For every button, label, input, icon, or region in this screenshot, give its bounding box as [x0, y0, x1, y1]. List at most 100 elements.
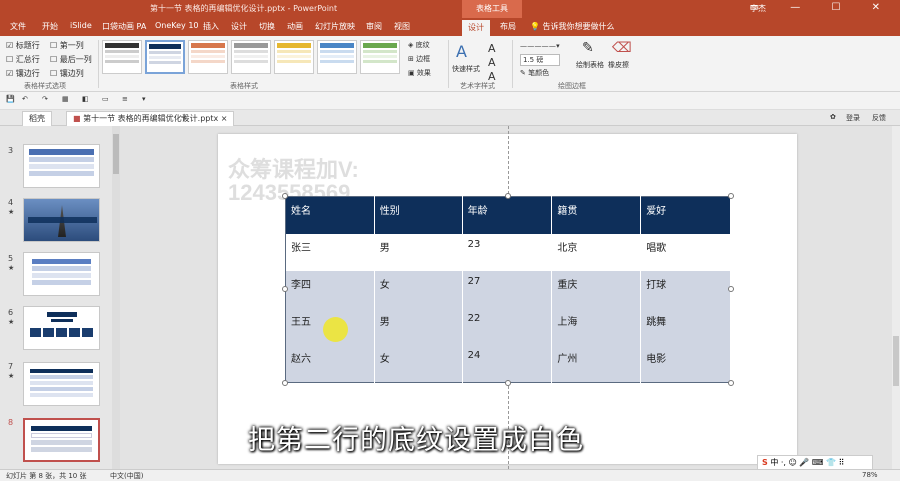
- table-style-4[interactable]: [231, 40, 271, 74]
- canvas-scrollbar[interactable]: [892, 126, 900, 469]
- table-cell[interactable]: 24: [462, 345, 553, 383]
- table-cell[interactable]: 电影: [640, 345, 731, 383]
- tab-pa[interactable]: 口袋动画 PA: [102, 21, 146, 32]
- table-style-7[interactable]: [360, 40, 400, 74]
- align-icon[interactable]: ≡: [122, 95, 128, 103]
- slide-thumbnail-7[interactable]: [23, 362, 100, 406]
- table-cell[interactable]: 跳舞: [640, 308, 731, 346]
- pen-weight-select[interactable]: 1.5 磅: [520, 54, 561, 66]
- table-cell[interactable]: 23: [462, 233, 553, 271]
- table-style-6[interactable]: [317, 40, 357, 74]
- start-slideshow-icon[interactable]: ▦: [62, 95, 69, 103]
- table-cell[interactable]: 女: [374, 270, 463, 308]
- table-cell[interactable]: 唱歌: [640, 233, 731, 271]
- header-cell[interactable]: 籍贯: [551, 196, 642, 234]
- first-col-checkbox[interactable]: ☐ 第一列: [50, 40, 84, 51]
- pen-color-button[interactable]: ✎ 笔颜色: [520, 68, 549, 78]
- zoom-level[interactable]: 78%: [862, 471, 878, 479]
- tab-review[interactable]: 审阅: [366, 21, 382, 32]
- resize-handle-right[interactable]: [728, 286, 734, 292]
- table-cell[interactable]: 北京: [551, 233, 642, 271]
- eraser-icon[interactable]: ⌫: [612, 40, 632, 56]
- tab-slideshow[interactable]: 幻灯片放映: [315, 21, 355, 32]
- resize-handle-bottom-left[interactable]: [282, 380, 288, 386]
- table-cell[interactable]: 27: [462, 270, 553, 308]
- header-row-checkbox[interactable]: ☑ 标题行: [6, 40, 40, 51]
- language-status[interactable]: 中文(中国): [110, 471, 143, 481]
- scrollbar-thumb[interactable]: [893, 336, 899, 386]
- resize-handle-top[interactable]: [505, 193, 511, 199]
- table-cell[interactable]: 广州: [551, 345, 642, 383]
- doc-tab-docer[interactable]: 稻壳: [22, 111, 52, 126]
- redo-icon[interactable]: ↷: [42, 95, 48, 103]
- feedback-link[interactable]: 反馈: [872, 113, 886, 123]
- pen-style-select[interactable]: — — — — — ▾: [520, 42, 560, 50]
- border-button[interactable]: ⊞ 边框: [408, 54, 430, 64]
- banded-cols-checkbox[interactable]: ☐ 镶边列: [50, 68, 84, 79]
- eraser-button[interactable]: 橡皮擦: [608, 60, 629, 70]
- text-fill-icon[interactable]: A: [488, 42, 496, 55]
- resize-handle-bottom-right[interactable]: [728, 380, 734, 386]
- text-outline-icon[interactable]: A: [488, 56, 496, 69]
- settings-gear-icon[interactable]: ✿: [830, 113, 836, 121]
- banded-rows-checkbox[interactable]: ☑ 镶边行: [6, 68, 40, 79]
- header-cell[interactable]: 性别: [374, 196, 463, 234]
- shading-button[interactable]: ◈ 底纹: [408, 40, 430, 50]
- close-tab-icon[interactable]: ×: [221, 114, 228, 123]
- header-cell[interactable]: 年龄: [462, 196, 553, 234]
- tell-me-box[interactable]: 💡 告诉我你想要做什么: [530, 21, 615, 32]
- draw-table-icon[interactable]: ✎: [582, 40, 594, 56]
- table-cell[interactable]: 重庆: [551, 270, 642, 308]
- draw-table-button[interactable]: 绘制表格: [576, 60, 604, 70]
- table-cell[interactable]: 张三: [285, 233, 375, 271]
- tab-insert[interactable]: 插入: [203, 21, 219, 32]
- tab-table-layout[interactable]: 布局: [500, 21, 516, 32]
- customize-icon[interactable]: ▾: [142, 95, 146, 103]
- slide-thumbnail-3[interactable]: [23, 144, 100, 188]
- table-cell[interactable]: 男: [374, 308, 463, 346]
- tab-onekey[interactable]: OneKey 10: [155, 21, 199, 30]
- table-style-5[interactable]: [274, 40, 314, 74]
- last-col-checkbox[interactable]: ☐ 最后一列: [50, 54, 92, 65]
- header-cell[interactable]: 姓名: [285, 196, 375, 234]
- thumbnail-scrollbar[interactable]: [112, 126, 120, 469]
- slide-thumbnail-6[interactable]: [23, 306, 100, 350]
- tab-islide[interactable]: iSlide: [70, 21, 92, 30]
- header-cell[interactable]: 爱好: [640, 196, 731, 234]
- window-controls[interactable]: ▭ — ☐ ✕: [750, 2, 894, 13]
- resize-handle-top-right[interactable]: [728, 193, 734, 199]
- total-row-checkbox[interactable]: ☐ 汇总行: [6, 54, 40, 65]
- table-cell[interactable]: 李四: [285, 270, 375, 308]
- tab-table-design[interactable]: 设计: [462, 20, 490, 36]
- resize-handle-bottom[interactable]: [505, 380, 511, 386]
- tab-home[interactable]: 开始: [42, 21, 58, 32]
- table-cell[interactable]: 女: [374, 345, 463, 383]
- data-table[interactable]: 姓名 性别 年龄 籍贯 爱好 张三 男 23 北京 唱歌 李四 女 27 重庆 …: [285, 196, 731, 383]
- slide-thumbnail-4[interactable]: [23, 198, 100, 242]
- table-cell[interactable]: 赵六: [285, 345, 375, 383]
- table-style-1[interactable]: [102, 40, 142, 74]
- tab-design[interactable]: 设计: [231, 21, 247, 32]
- table-cell[interactable]: 男: [374, 233, 463, 271]
- effects-button[interactable]: ▣ 效果: [408, 68, 431, 78]
- tab-view[interactable]: 视图: [394, 21, 410, 32]
- quick-styles-button[interactable]: 快速样式: [452, 64, 480, 74]
- undo-icon[interactable]: ↶: [22, 95, 28, 103]
- save-icon[interactable]: 💾: [6, 95, 15, 103]
- table-style-3[interactable]: [188, 40, 228, 74]
- tab-transitions[interactable]: 切换: [259, 21, 275, 32]
- tab-animations[interactable]: 动画: [287, 21, 303, 32]
- scrollbar-thumb[interactable]: [113, 134, 119, 174]
- table-cell[interactable]: 打球: [640, 270, 731, 308]
- resize-handle-left[interactable]: [282, 286, 288, 292]
- wordart-a-icon[interactable]: A: [456, 42, 467, 61]
- resize-handle-top-left[interactable]: [282, 193, 288, 199]
- table-style-2[interactable]: [145, 40, 185, 74]
- table-cell[interactable]: 上海: [551, 308, 642, 346]
- slide-thumbnail-8[interactable]: [23, 418, 100, 462]
- format-icon[interactable]: ◧: [82, 95, 89, 103]
- new-tab-icon[interactable]: +: [180, 112, 188, 123]
- login-link[interactable]: 登录: [846, 113, 860, 123]
- table-cell[interactable]: 22: [462, 308, 553, 346]
- shapes-icon[interactable]: ▭: [102, 95, 109, 103]
